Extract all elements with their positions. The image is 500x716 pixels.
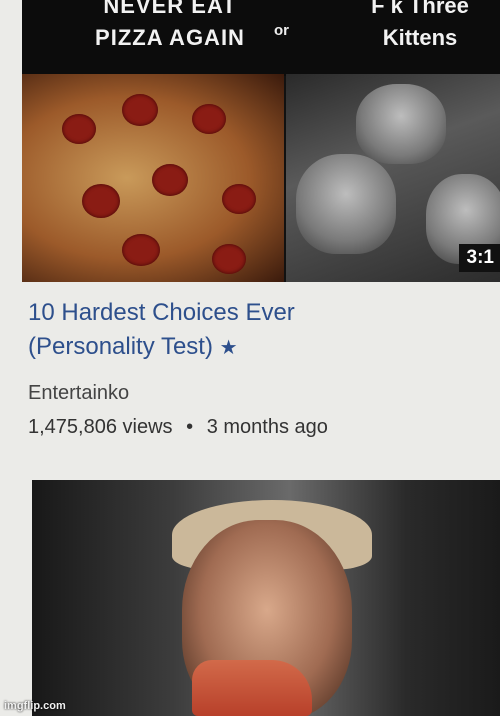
- video-title-line2: (Personality Test): [28, 333, 213, 360]
- pepperoni: [62, 114, 96, 144]
- channel-name[interactable]: Entertainko: [28, 382, 129, 405]
- left-caption-line2: PIZZA AGAIN: [95, 25, 245, 50]
- video-metadata: 1,475,806 views • 3 months ago: [28, 416, 328, 439]
- kitten: [356, 84, 446, 164]
- or-label: or: [274, 22, 289, 39]
- view-count: 1,475,806 views: [28, 416, 173, 438]
- separator: •: [186, 416, 194, 438]
- watermark: imgflip.com: [4, 700, 66, 712]
- video-thumbnail-2[interactable]: [32, 480, 500, 716]
- thumbnail-caption-bar: NEVER EAT PIZZA AGAIN or F k Three Kitte…: [22, 0, 500, 76]
- video-title-line1: 10 Hardest Choices Ever: [28, 299, 295, 326]
- pepperoni: [222, 184, 256, 214]
- pizza-image: [22, 74, 284, 282]
- upload-age: 3 months ago: [206, 416, 328, 438]
- left-caption-line1: NEVER EAT: [103, 0, 237, 18]
- right-caption: F k Three Kittens: [340, 0, 500, 54]
- pepperoni: [122, 234, 160, 266]
- pepperoni: [122, 94, 158, 126]
- right-caption-line2: Kittens: [382, 25, 458, 50]
- video-title[interactable]: 10 Hardest Choices Ever (Personality Tes…: [28, 296, 468, 365]
- star-icon: ★: [219, 337, 238, 359]
- kitten: [296, 154, 396, 254]
- video-thumbnail[interactable]: NEVER EAT PIZZA AGAIN or F k Three Kitte…: [22, 0, 500, 282]
- pepperoni: [192, 104, 226, 134]
- video-feed: NEVER EAT PIZZA AGAIN or F k Three Kitte…: [0, 0, 500, 716]
- pepperoni: [212, 244, 246, 274]
- pizza-slice: [192, 660, 312, 716]
- right-caption-line1: F k Three: [371, 0, 469, 18]
- pepperoni: [82, 184, 120, 218]
- duration-badge: 3:1: [458, 244, 500, 272]
- left-caption: NEVER EAT PIZZA AGAIN: [50, 0, 290, 54]
- pepperoni: [152, 164, 188, 196]
- video-title-line2-row: (Personality Test) ★: [28, 330, 468, 365]
